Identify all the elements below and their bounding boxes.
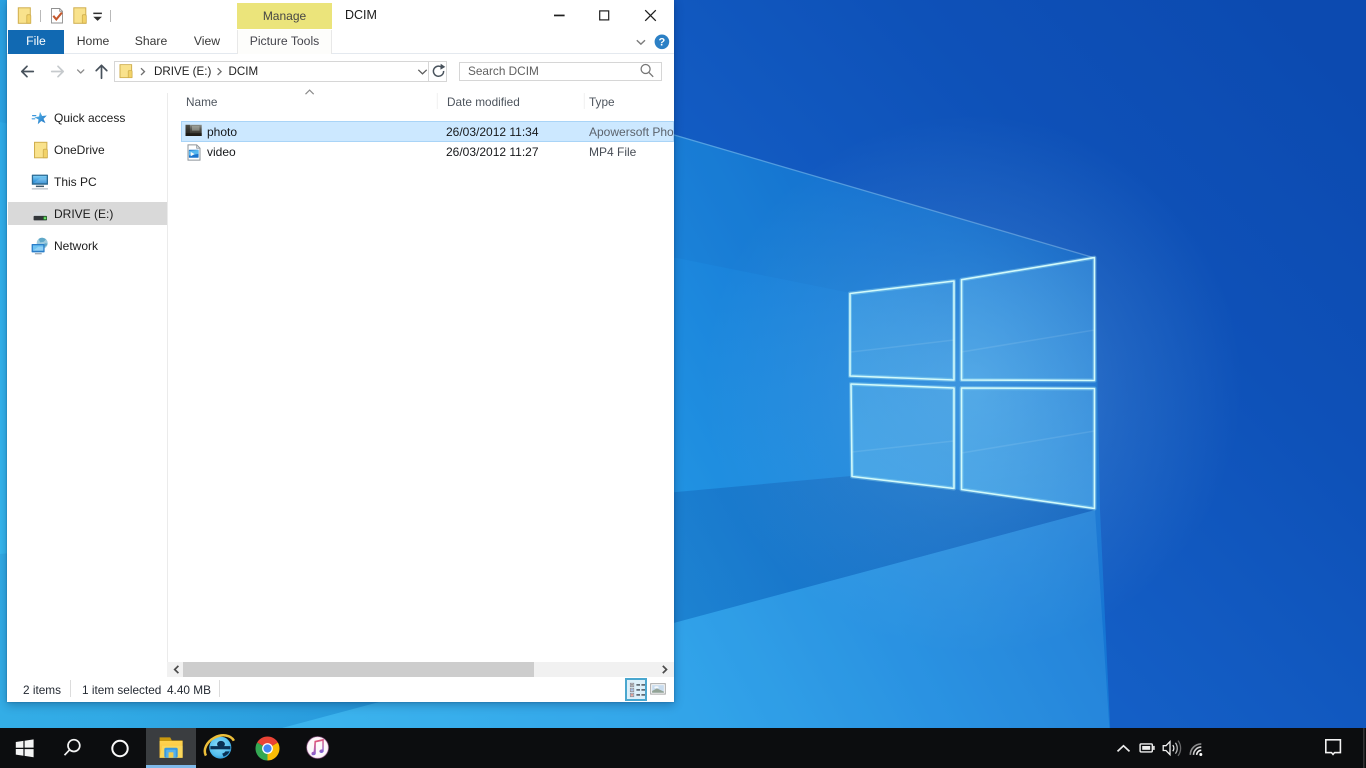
svg-text:?: ? <box>659 37 666 49</box>
